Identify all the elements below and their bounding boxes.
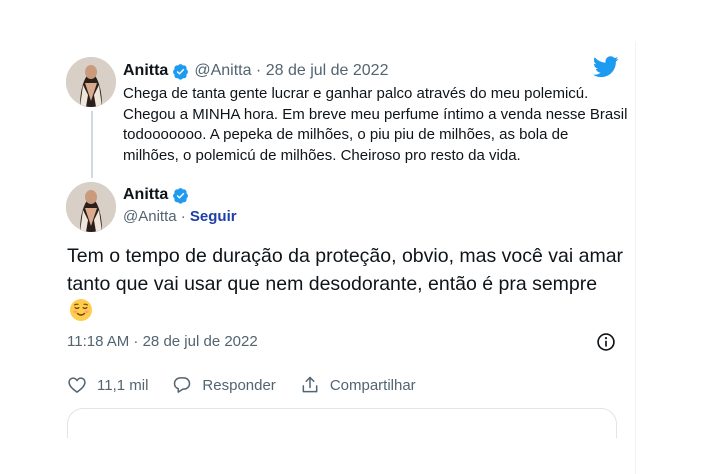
handle[interactable]: @Anitta · — [123, 208, 190, 225]
heart-icon — [68, 377, 86, 393]
tweet-actions: 11,1 mil Responder Compartilhar — [67, 375, 440, 395]
next-card-edge — [67, 408, 617, 438]
relieved-face-emoji-icon — [70, 299, 92, 321]
share-button[interactable]: Compartilhar — [300, 375, 416, 395]
like-count: 11,1 mil — [97, 376, 149, 394]
tweet-timestamp[interactable]: 11:18 AM · 28 de jul de 2022 — [67, 333, 258, 350]
author-name[interactable]: Anitta — [123, 185, 168, 205]
main-tweet-handle-row: @Anitta · Seguir — [123, 207, 237, 227]
parent-tweet-header: Anitta @Anitta · 28 de jul de 2022 — [123, 61, 388, 81]
share-icon — [302, 376, 318, 393]
handle-and-date[interactable]: @Anitta · 28 de jul de 2022 — [194, 61, 388, 81]
avatar[interactable] — [66, 57, 116, 107]
main-tweet-text: Tem o tempo de duração da proteção, obvi… — [67, 245, 624, 295]
reply-bubble-icon — [174, 377, 191, 393]
verified-badge-icon — [173, 187, 189, 204]
share-label: Compartilhar — [329, 376, 416, 394]
main-tweet-text-block: Tem o tempo de duração da proteção, obvi… — [67, 243, 627, 326]
like-button[interactable]: 11,1 mil — [67, 375, 148, 395]
author-name[interactable]: Anitta — [123, 61, 168, 81]
info-icon[interactable] — [596, 332, 616, 352]
thread-connector — [91, 111, 93, 178]
main-tweet-author: Anitta — [123, 185, 194, 205]
tweet-card: Anitta @Anitta · 28 de jul de 2022 Chega… — [50, 42, 636, 474]
parent-tweet-text: Chega de tanta gente lucrar e ganhar pal… — [123, 85, 628, 164]
verified-badge-icon — [173, 63, 189, 80]
twitter-bird-icon[interactable] — [593, 56, 619, 78]
reply-label: Responder — [202, 376, 276, 394]
follow-button[interactable]: Seguir — [190, 208, 237, 225]
reply-button[interactable]: Responder — [172, 375, 276, 395]
avatar[interactable] — [66, 182, 116, 232]
